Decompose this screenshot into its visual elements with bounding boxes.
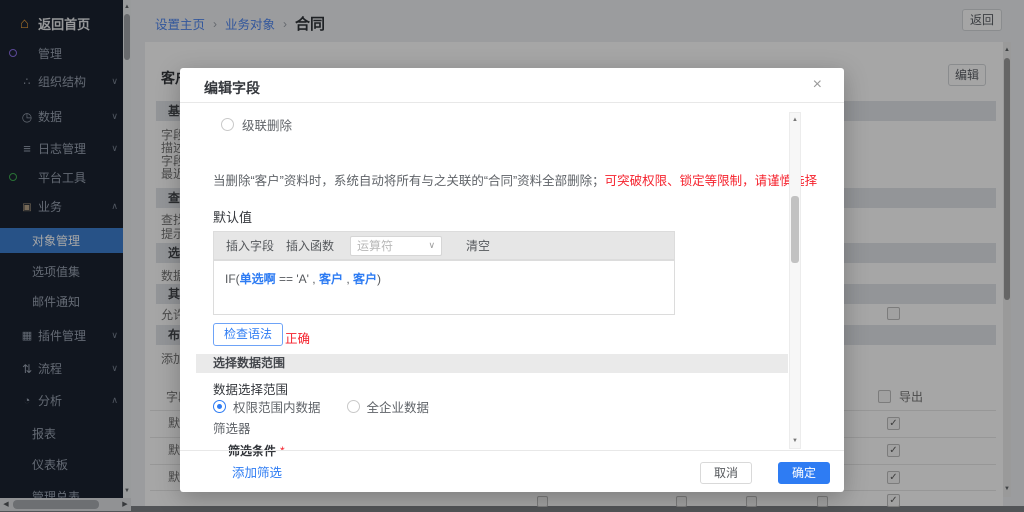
data-range-label: 数据选择范围 xyxy=(213,379,288,398)
data-range-section-bar: 选择数据范围 xyxy=(196,354,788,373)
chevron-down-icon: ∨ xyxy=(428,240,435,251)
filter-label: 筛选器 xyxy=(213,418,251,437)
modal-scrollbar[interactable]: ▲ ▼ xyxy=(789,112,801,449)
check-syntax-button[interactable]: 检查语法 xyxy=(213,323,283,346)
warning-text: 可突破权限、锁定等限制，请谨慎选择 xyxy=(605,174,818,188)
formula-field-token: 客户 xyxy=(353,272,377,286)
insert-field-button[interactable]: 插入字段 xyxy=(226,237,274,254)
cascade-delete-radio[interactable]: 级联删除 xyxy=(221,115,292,134)
clear-button[interactable]: 清空 xyxy=(466,237,490,254)
modal-title: 编辑字段 xyxy=(204,78,260,98)
app-screen: ⌂ 返回首页 管理 组织结构 数据 xyxy=(0,0,1024,512)
radio-option-label: 权限范围内数据 xyxy=(233,397,321,416)
cancel-button[interactable]: 取消 xyxy=(700,462,752,484)
formula-field-token: 单选啊 xyxy=(240,272,276,286)
modal-header: 编辑字段 × xyxy=(180,68,844,103)
radio-icon xyxy=(221,118,234,131)
edit-field-modal: 编辑字段 × 级联删除 当删除“客户”资料时，系统自动将所有与之关联的“合同”资… xyxy=(180,68,844,492)
modal-scrollbar-thumb[interactable] xyxy=(791,196,799,263)
radio-option[interactable]: 全企业数据 xyxy=(347,397,430,416)
default-value-label: 默认值 xyxy=(213,207,252,226)
operator-select[interactable]: 运算符 ∨ xyxy=(350,236,442,256)
cascade-delete-label: 级联删除 xyxy=(242,115,292,134)
formula-editor[interactable]: IF(单选啊 == 'A' , 客户 , 客户) xyxy=(213,260,675,315)
modal-body: 级联删除 当删除“客户”资料时，系统自动将所有与之关联的“合同”资料全部删除；可… xyxy=(196,104,788,486)
radio-icon xyxy=(347,400,360,413)
radio-option[interactable]: 权限范围内数据 xyxy=(213,397,321,416)
data-range-section-title: 选择数据范围 xyxy=(213,356,285,370)
close-icon[interactable]: × xyxy=(813,76,822,94)
formula-field-token: 客户 xyxy=(319,272,343,286)
radio-icon xyxy=(213,400,226,413)
insert-function-button[interactable]: 插入函数 xyxy=(286,237,334,254)
radio-option-label: 全企业数据 xyxy=(367,397,430,416)
check-result-text: 正确 xyxy=(285,328,310,347)
operator-placeholder: 运算符 xyxy=(357,237,393,254)
formula-expression: IF(单选啊 == 'A' , 客户 , 客户) xyxy=(225,270,381,287)
data-range-radio-group: 权限范围内数据 全企业数据 xyxy=(213,397,455,416)
scroll-up-icon[interactable]: ▲ xyxy=(790,115,800,125)
scroll-down-icon[interactable]: ▼ xyxy=(790,436,800,446)
confirm-button[interactable]: 确定 xyxy=(778,462,830,484)
formula-toolbar: 插入字段 插入函数 运算符 ∨ 清空 xyxy=(213,231,675,260)
modal-footer: 取消 确定 xyxy=(180,450,844,492)
cascade-description: 当删除“客户”资料时，系统自动将所有与之关联的“合同”资料全部删除；可突破权限、… xyxy=(213,170,817,189)
